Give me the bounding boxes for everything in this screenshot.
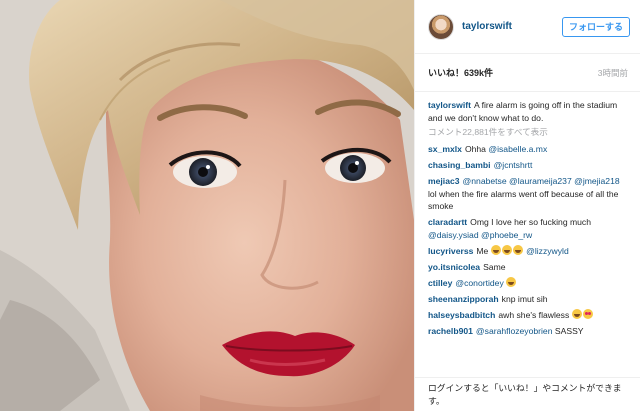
- login-footer: ログインすると「いいね！」やコメントができます。: [415, 377, 640, 411]
- view-all-comments-link[interactable]: コメント22,881件をすべて表示: [428, 126, 630, 138]
- joy-emoji-icon: [506, 277, 517, 288]
- mention-link[interactable]: @nnabetse: [463, 176, 507, 186]
- post-stats: いいね！639k件 3時間前: [415, 54, 640, 92]
- mention-link[interactable]: @isabelle.a.mx: [488, 144, 547, 154]
- comment-text: lol when the fire alarms went off becaus…: [428, 188, 619, 212]
- comment-text: Same: [483, 261, 506, 272]
- comment-text: knp imut sih: [501, 294, 548, 305]
- comment-username[interactable]: rachelb901: [428, 326, 473, 336]
- comment-text: awh she's flawless: [498, 310, 572, 321]
- comment-text: Ohha: [464, 144, 489, 154]
- comment-item: yo.itsnicolea Same: [428, 261, 630, 274]
- comment-username[interactable]: ctilley: [428, 278, 452, 288]
- joy-emoji-icon: [501, 244, 512, 255]
- comment-username[interactable]: claradartt: [428, 217, 467, 227]
- heart-eyes-emoji-icon: [582, 309, 593, 320]
- selfie-image: [0, 0, 414, 411]
- comment-item: lucyriverss Me @lizzywyld: [428, 244, 630, 258]
- mention-link[interactable]: @jcntshrtt: [494, 160, 533, 170]
- mention-link[interactable]: @jmejia218: [574, 176, 620, 186]
- mention-link[interactable]: @sarahflozeyobrien: [476, 326, 553, 336]
- comment-item: sx_mxlx Ohha @isabelle.a.mx: [428, 143, 630, 156]
- comment-item: rachelb901 @sarahflozeyobrien SASSY: [428, 325, 630, 338]
- comment-container: sx_mxlx Ohha @isabelle.a.mx chasing_bambi @…: [428, 143, 630, 338]
- comment-username[interactable]: lucyriverss: [428, 246, 473, 256]
- comment-item: mejiac3 @nnabetse @laurameija237 @jmejia2…: [428, 175, 630, 213]
- mention-link[interactable]: @daisy.ysiad: [428, 230, 479, 240]
- comment-text: Me: [476, 245, 491, 256]
- mention-link[interactable]: @conortidey: [455, 278, 503, 288]
- instagram-post-modal: taylorswift フォローする いいね！639k件 3時間前 taylor…: [0, 0, 640, 411]
- username-link[interactable]: taylorswift: [462, 21, 562, 32]
- comment-item: chasing_bambi @jcntshrtt: [428, 159, 630, 172]
- comment-username[interactable]: mejiac3: [428, 176, 460, 186]
- joy-emoji-icon: [512, 244, 523, 255]
- likes-count[interactable]: いいね！639k件: [428, 66, 493, 79]
- follow-button[interactable]: フォローする: [562, 16, 630, 37]
- mention-link[interactable]: @lizzywyld: [526, 246, 569, 256]
- joy-emoji-icon: [490, 244, 501, 255]
- comment-item: ctilley @conortidey: [428, 277, 630, 290]
- comments-list: taylorswift A fire alarm is going off in …: [415, 92, 640, 374]
- comment-item: sheenanzipporah knp imut sih: [428, 293, 630, 306]
- post-header: taylorswift フォローする: [415, 0, 640, 54]
- mention-link[interactable]: @laurameija237: [509, 176, 572, 186]
- post-timestamp[interactable]: 3時間前: [598, 67, 628, 79]
- post-caption: taylorswift A fire alarm is going off in …: [428, 99, 630, 124]
- comment-username[interactable]: chasing_bambi: [428, 160, 491, 170]
- login-prompt[interactable]: ログインすると「いいね！」やコメントができます。: [428, 383, 622, 406]
- comment-item: claradartt Omg I love her so fucking much…: [428, 216, 630, 241]
- comment-username[interactable]: yo.itsnicolea: [428, 262, 480, 272]
- comment-text: SASSY: [552, 326, 584, 337]
- joy-emoji-icon: [571, 309, 582, 320]
- mention-link[interactable]: @phoebe_rw: [481, 230, 532, 240]
- post-side-panel: taylorswift フォローする いいね！639k件 3時間前 taylor…: [414, 0, 640, 411]
- caption-username[interactable]: taylorswift: [428, 100, 471, 110]
- comment-username[interactable]: sheenanzipporah: [428, 294, 499, 304]
- post-photo[interactable]: [0, 0, 414, 411]
- avatar[interactable]: [428, 13, 454, 40]
- comment-username[interactable]: halseysbadbitch: [428, 310, 495, 320]
- comment-username[interactable]: sx_mxlx: [428, 144, 462, 154]
- comment-text: Omg I love her so fucking much: [470, 217, 592, 228]
- comment-item: halseysbadbitch awh she's flawless: [428, 309, 630, 322]
